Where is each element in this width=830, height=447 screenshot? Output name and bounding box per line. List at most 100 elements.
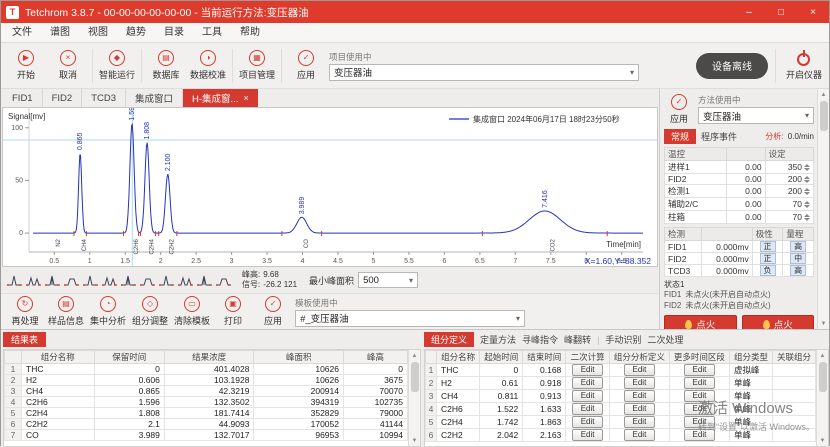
edit-button[interactable]: Edit <box>572 403 604 415</box>
toolbar-cancel-button[interactable]: ×取消 <box>47 45 89 87</box>
toolbar2-button-2[interactable]: ▤样品信息 <box>45 295 87 329</box>
min-area-select[interactable]: 500 <box>358 272 418 288</box>
toolbar-database-button[interactable]: ▤数据库 <box>145 45 187 87</box>
project-select[interactable]: 变压器油 <box>329 64 639 81</box>
peak-template-icon-6[interactable] <box>101 272 118 288</box>
chart-area[interactable]: 0.511.522.533.544.555.566.577.588.505010… <box>2 107 658 267</box>
scroll-up-icon[interactable] <box>821 89 827 100</box>
component-tab-4[interactable]: 峰翻转 <box>564 333 591 346</box>
cell-dropdown[interactable]: 高 <box>790 241 806 252</box>
peak-template-icon-2[interactable] <box>25 272 42 288</box>
component-tab-5[interactable]: 手动识别 <box>605 333 641 346</box>
close-button[interactable]: × <box>797 1 829 23</box>
cell-dropdown[interactable]: 高 <box>790 265 806 276</box>
component-tab-1[interactable]: 组分定义 <box>424 332 474 347</box>
peak-template-icon-11[interactable] <box>196 272 213 288</box>
device-offline-button[interactable]: 设备离线 <box>696 53 768 79</box>
peak-template-icon-9[interactable] <box>158 272 175 288</box>
method-apply-button[interactable]: ✓ 应用 <box>664 92 694 126</box>
table-row[interactable]: 6C2H22.144.909317005241144 <box>5 419 408 430</box>
chart-tab-3[interactable]: TCD3 <box>82 89 126 107</box>
toolbar-project-button[interactable]: ▦项目管理 <box>236 45 278 87</box>
table-row[interactable]: 5C2H41.7421.863EditEditEdit单峰 <box>426 416 816 429</box>
toolbar2-button-1[interactable]: ↻再处理 <box>5 295 45 329</box>
table-row[interactable]: 1THC0401.4028106260 <box>5 364 408 375</box>
cell-dropdown[interactable]: 正 <box>760 253 776 264</box>
method-select[interactable]: 变压器油 <box>698 107 814 124</box>
peak-template-icon-4[interactable] <box>63 272 80 288</box>
template-select[interactable]: #_变压器油 <box>295 310 525 327</box>
edit-button[interactable]: Edit <box>684 364 716 376</box>
table-row[interactable]: TCD30.000mv负高 <box>665 265 814 277</box>
edit-button[interactable]: Edit <box>572 416 604 428</box>
cell-dropdown[interactable]: 负 <box>760 265 776 276</box>
ignite-button-2[interactable]: 点火 <box>742 315 815 329</box>
tab-program-events[interactable]: 程序事件 <box>701 130 737 143</box>
spinner-icon[interactable] <box>804 162 810 171</box>
spinner-icon[interactable] <box>804 174 810 183</box>
menu-item-7[interactable]: 帮助 <box>231 23 269 43</box>
scroll-down-icon[interactable] <box>412 435 418 446</box>
table-row[interactable]: 3CH40.8110.913EditEditEdit单峰 <box>426 390 816 403</box>
table-row[interactable]: FID10.000mv正高 <box>665 241 814 253</box>
toolbar-apply-button[interactable]: ✓应用 <box>285 45 327 87</box>
scroll-thumb[interactable] <box>411 362 419 392</box>
chart-tab-4[interactable]: 集成窗口 <box>126 89 183 107</box>
menu-item-3[interactable]: 视图 <box>79 23 117 43</box>
table-row[interactable]: 辅助2/C0.0070 <box>665 198 814 211</box>
edit-button[interactable]: Edit <box>684 429 716 441</box>
edit-button[interactable]: Edit <box>684 377 716 389</box>
edit-button[interactable]: Edit <box>624 416 656 428</box>
toolbar2-button-4[interactable]: ◇组分调整 <box>129 295 171 329</box>
menu-item-6[interactable]: 工具 <box>193 23 231 43</box>
chart-tab-2[interactable]: FID2 <box>43 89 83 107</box>
scroll-up-icon[interactable] <box>820 350 826 361</box>
edit-button[interactable]: Edit <box>572 377 604 389</box>
edit-button[interactable]: Edit <box>624 364 656 376</box>
table-row[interactable]: FID20.00200 <box>665 174 814 185</box>
cell-dropdown[interactable]: 中 <box>790 253 806 264</box>
table-row[interactable]: 进样10.00350 <box>665 161 814 174</box>
table-row[interactable]: 检测10.00200 <box>665 185 814 198</box>
menu-item-4[interactable]: 趋势 <box>117 23 155 43</box>
toolbar2-button-3[interactable]: ◔集中分析 <box>87 295 129 329</box>
scroll-down-icon[interactable] <box>821 318 827 329</box>
table-row[interactable]: 5C2H41.808181.741435282979000 <box>5 408 408 419</box>
cell-dropdown[interactable]: 正 <box>760 241 776 252</box>
peak-template-icon-5[interactable] <box>82 272 99 288</box>
chromatogram-plot[interactable]: 0.511.522.533.544.555.566.577.588.505010… <box>3 108 657 266</box>
peak-template-icon-3[interactable] <box>44 272 61 288</box>
edit-button[interactable]: Edit <box>684 403 716 415</box>
tab-general[interactable]: 常规 <box>664 129 696 144</box>
chart-tab-active[interactable]: H-集成窗...× <box>183 89 258 107</box>
table-row[interactable]: 1THC00.168EditEditEdit虚拟峰 <box>426 364 816 377</box>
scroll-down-icon[interactable] <box>820 435 826 446</box>
scroll-thumb[interactable] <box>819 362 827 392</box>
menu-item-5[interactable]: 目录 <box>155 23 193 43</box>
toolbar2-button-5[interactable]: ▭清除模板 <box>171 295 213 329</box>
menu-item-1[interactable]: 文件 <box>3 23 41 43</box>
power-button[interactable]: 开启仪器 <box>783 45 825 87</box>
peak-template-icon-10[interactable] <box>177 272 194 288</box>
toolbar2-button-6[interactable]: ▣打印 <box>213 295 253 329</box>
table-row[interactable]: FID20.000mv正中 <box>665 253 814 265</box>
component-tab-6[interactable]: 二次处理 <box>647 333 683 346</box>
maximize-button[interactable]: □ <box>765 1 797 23</box>
table-row[interactable]: 4C2H61.5221.633EditEditEdit单峰 <box>426 403 816 416</box>
edit-button[interactable]: Edit <box>624 429 656 441</box>
spinner-icon[interactable] <box>804 199 810 208</box>
edit-button[interactable]: Edit <box>624 377 656 389</box>
results-table-scrollbar[interactable] <box>408 350 420 446</box>
tab-close-icon[interactable]: × <box>243 93 248 103</box>
edit-button[interactable]: Edit <box>624 403 656 415</box>
edit-button[interactable]: Edit <box>624 390 656 402</box>
toolbar-smart-button[interactable]: ◆智能运行 <box>96 45 138 87</box>
table-row[interactable]: 2H20.610.918EditEditEdit单峰 <box>426 377 816 390</box>
table-row[interactable]: 3CH40.86542.321920091470070 <box>5 386 408 397</box>
edit-button[interactable]: Edit <box>572 364 604 376</box>
chart-tab-1[interactable]: FID1 <box>3 89 43 107</box>
toolbar-calibrate-button[interactable]: ◑数据校准 <box>187 45 229 87</box>
component-tab-3[interactable]: 寻峰指令 <box>522 333 558 346</box>
peak-template-icon-1[interactable] <box>6 272 23 288</box>
method-panel-scrollbar[interactable] <box>817 89 829 329</box>
